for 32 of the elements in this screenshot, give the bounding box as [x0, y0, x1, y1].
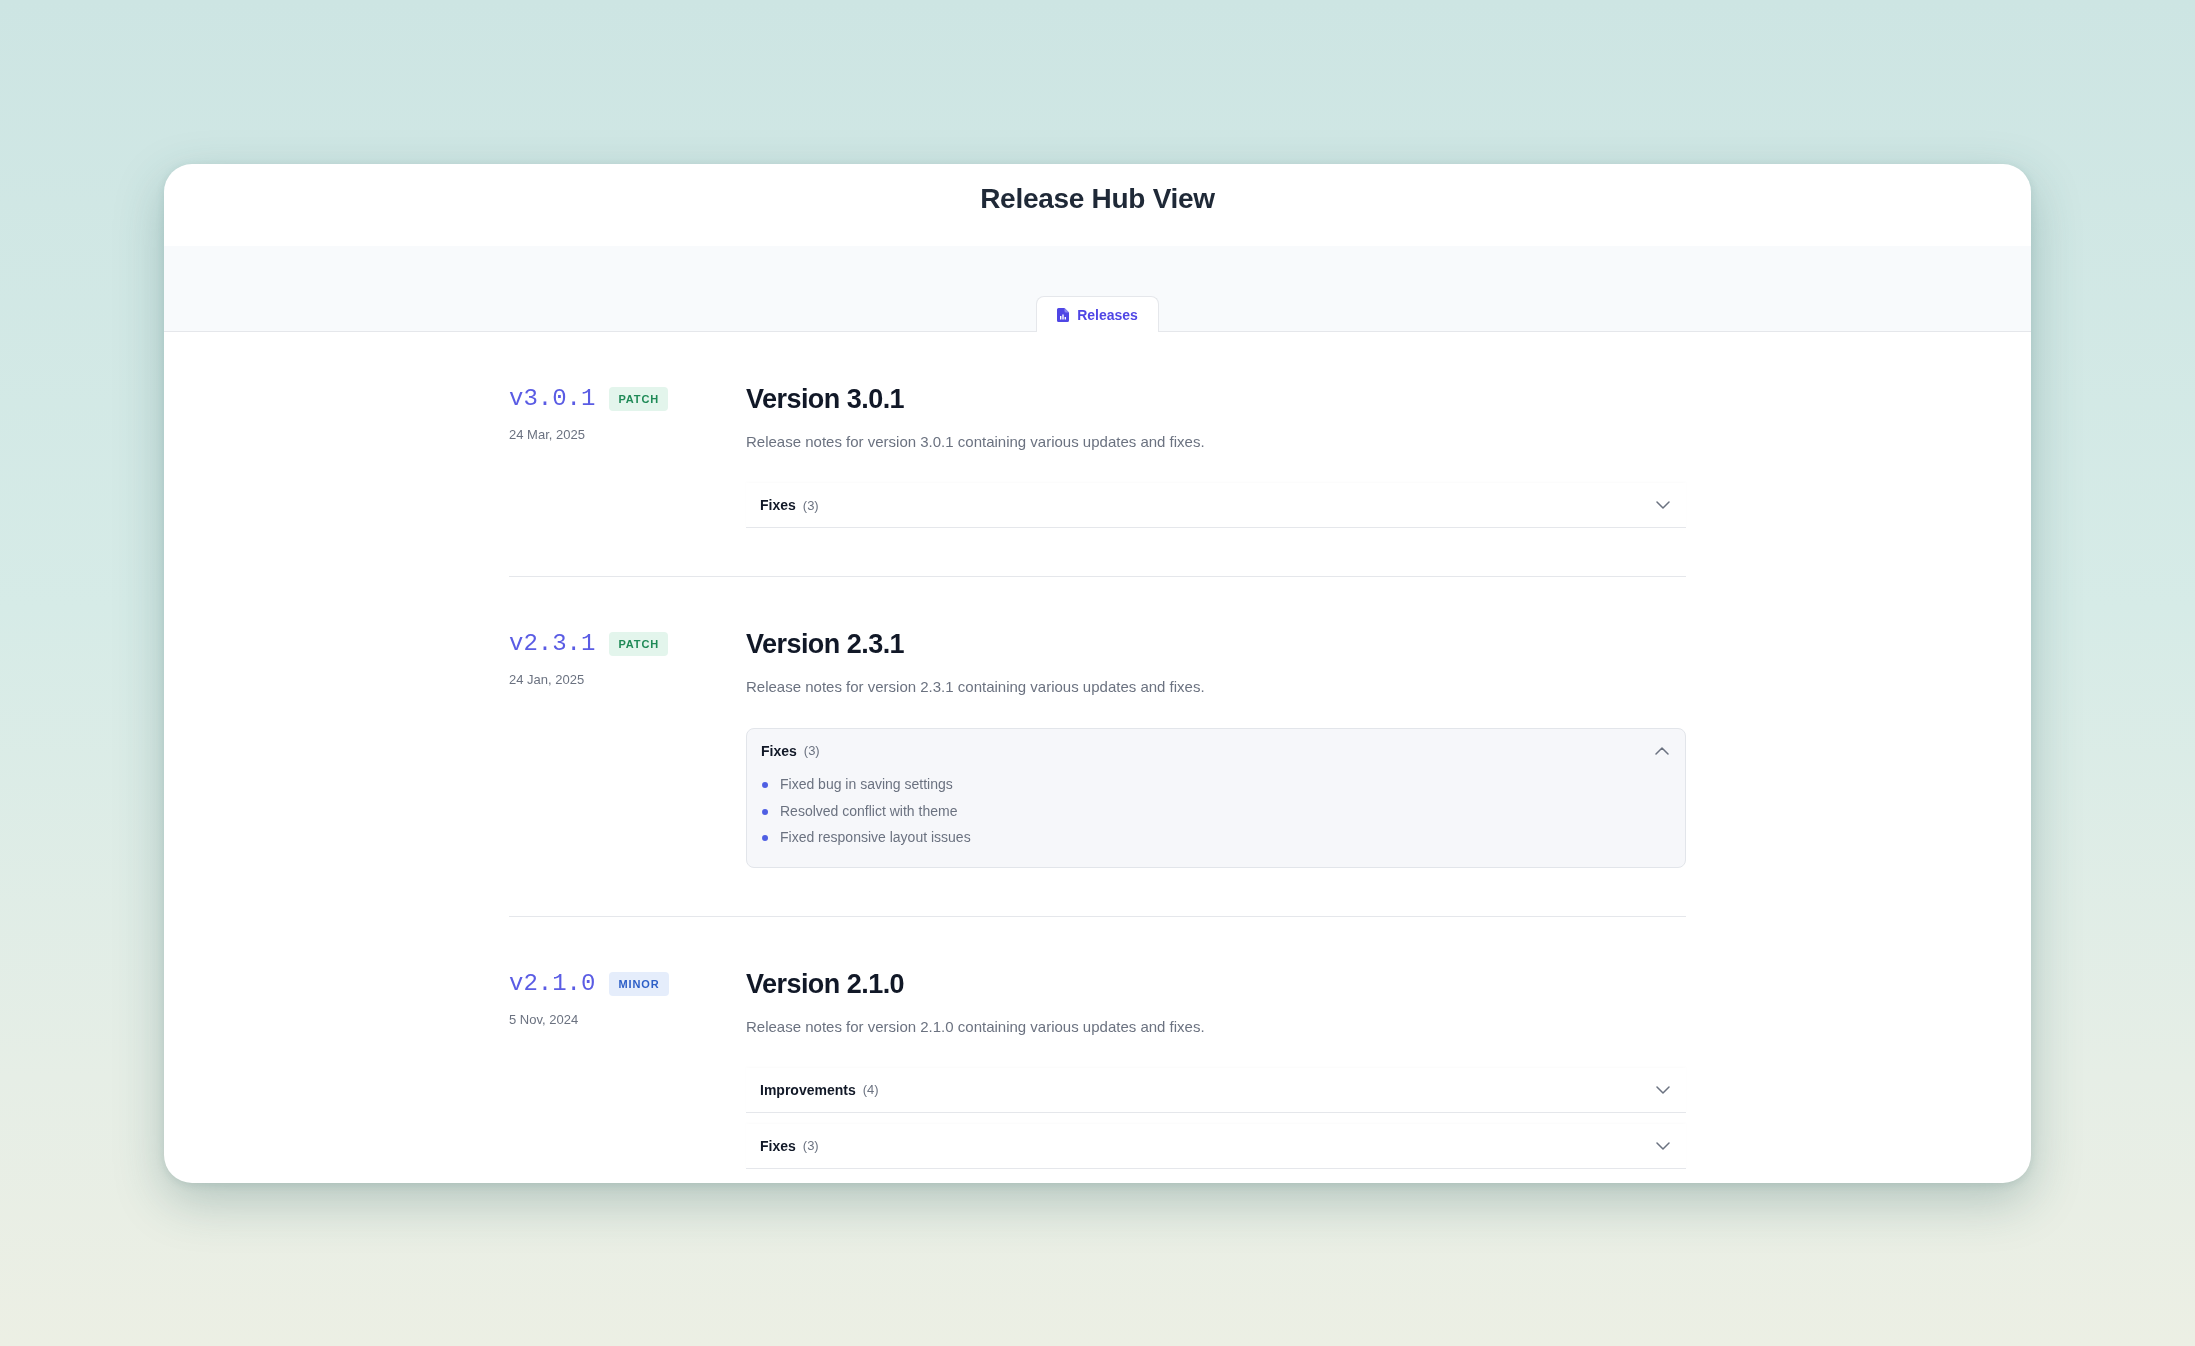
tab[interactable]: Releases — [1036, 296, 1159, 332]
chevron-down-icon — [1656, 501, 1670, 509]
accordion-header[interactable]: Fixes (3) — [746, 1123, 1686, 1168]
release-heading: Version 2.3.1 — [746, 628, 906, 661]
release-type-badge: PATCH — [609, 632, 669, 656]
change-item: Fixed bug in saving settings — [780, 775, 953, 795]
accordion-header[interactable]: Improvements (4) — [746, 1067, 1686, 1112]
accordion-header[interactable]: Fixes (3) — [746, 483, 1686, 527]
release-type-badge: MINOR — [609, 971, 669, 996]
version-number: v2.3.1 — [509, 629, 596, 659]
release-date: 5 Nov, 2024 — [509, 1010, 580, 1029]
release-date: 24 Jan, 2025 — [509, 671, 586, 689]
bullet-icon — [762, 808, 768, 815]
page-title: Release Hub View — [980, 183, 1215, 215]
document-icon — [1057, 307, 1070, 322]
change-item: Fixed responsive layout issues — [780, 828, 971, 848]
chevron-up-icon — [1655, 746, 1669, 755]
release-type-badge: PATCH — [609, 387, 669, 411]
release-description: Release notes for version 2.3.1 containing various updates and fixes. — [746, 677, 1206, 697]
release-description: Release notes for version 3.0.1 containing various updates and fixes. — [746, 432, 1206, 452]
bullet-icon — [762, 835, 768, 842]
release-heading: Version 3.0.1 — [746, 383, 906, 416]
release-heading: Version 2.1.0 — [746, 967, 906, 1001]
accordion-header[interactable]: Fixes (3) — [747, 729, 1685, 774]
change-item: Resolved conflict with theme — [780, 801, 958, 821]
version-number: v3.0.1 — [509, 384, 596, 414]
chevron-down-icon — [1656, 1141, 1670, 1150]
bullet-icon — [762, 782, 768, 789]
version-number: v2.1.0 — [509, 968, 596, 999]
release-date: 24 Mar, 2025 — [509, 426, 586, 444]
chevron-down-icon — [1656, 1085, 1670, 1094]
release-description: Release notes for version 2.1.0 containing various updates and fixes. — [746, 1016, 1206, 1037]
